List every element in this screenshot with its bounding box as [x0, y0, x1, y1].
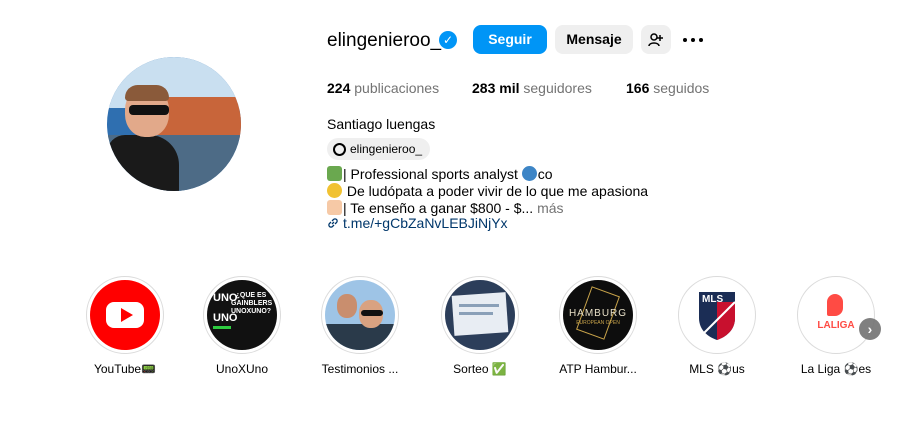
message-button[interactable]: Mensaje: [555, 25, 633, 54]
avatar-sunglasses: [129, 105, 169, 115]
threads-badge[interactable]: elingenieroo_: [327, 138, 431, 160]
face-emoji-icon: [327, 183, 342, 198]
highlight-label: La Liga ⚽es: [800, 362, 872, 376]
mls-text: MLS: [702, 294, 724, 305]
highlight-label: Sorteo ✅: [453, 362, 507, 376]
mls-logo-icon: MLS: [682, 280, 752, 350]
chart-emoji-icon: [327, 166, 342, 181]
avatar-shirt: [107, 135, 179, 191]
hand-emoji-icon: [327, 200, 342, 215]
highlight-ring: [86, 276, 164, 354]
profile-username: elingenieroo_: [327, 30, 442, 51]
globe-emoji-icon: [521, 166, 537, 181]
highlight-ring: [441, 276, 519, 354]
add-user-button[interactable]: [641, 25, 671, 54]
highlight-label: MLS ⚽us: [689, 362, 745, 376]
hamburg-logo-icon: HAMBURG EUROPEAN OPEN: [563, 280, 633, 350]
threads-handle: elingenieroo_: [350, 142, 423, 156]
chevron-right-icon[interactable]: ›: [859, 318, 881, 340]
more-options-icon[interactable]: [682, 28, 704, 50]
followers-stat[interactable]: 283 mil seguidores: [472, 80, 592, 96]
hamburg-subtext: EUROPEAN OPEN: [576, 320, 620, 326]
bio-line-3-text: | Te enseño a ganar $800 - $...: [343, 200, 538, 216]
following-count: 166: [626, 80, 650, 96]
highlight-youtube[interactable]: YouTube📟: [86, 276, 164, 376]
highlight-ring: [321, 276, 399, 354]
profile-full-name: Santiago luengas: [327, 116, 436, 132]
bio-more-link[interactable]: más: [537, 200, 563, 216]
bio-line-1-end: co: [537, 166, 553, 182]
posts-count: 224: [327, 80, 351, 96]
profile-avatar[interactable]: [107, 57, 241, 191]
add-user-icon: [648, 33, 663, 47]
highlight-label: ATP Hambur...: [559, 362, 637, 376]
highlight-ring: UNO ¿QUE ES GAINBLERS UNOXUNO? UNO: [203, 276, 281, 354]
followers-label: seguidores: [523, 80, 592, 96]
posts-label: publicaciones: [354, 80, 440, 96]
bio-line-1-text: | Professional sports analyst: [343, 166, 522, 182]
posts-stat: 224 publicaciones: [327, 80, 439, 96]
highlight-ring: MLS: [678, 276, 756, 354]
bio-line-2-text: De ludópata a poder vivir de lo que me a…: [343, 183, 649, 199]
highlight-ring: HAMBURG EUROPEAN OPEN: [559, 276, 637, 354]
youtube-icon: [90, 280, 160, 350]
highlight-label: YouTube📟: [93, 362, 157, 376]
hamburg-text: HAMBURG: [568, 308, 628, 319]
follow-button[interactable]: Seguir: [473, 25, 547, 54]
threads-icon: [333, 142, 346, 156]
highlight-sorteo[interactable]: Sorteo ✅: [441, 276, 519, 376]
bio-line-2: De ludópata a poder vivir de lo que me a…: [327, 183, 648, 200]
link-icon: [328, 218, 338, 228]
highlight-unoxuno[interactable]: UNO ¿QUE ES GAINBLERS UNOXUNO? UNO UnoXU…: [203, 276, 281, 376]
verified-badge-icon: ✓: [439, 31, 457, 49]
bio-link-text: t.me/+gCbZaNvLEBJiNjYx: [343, 215, 508, 231]
highlight-atp-hamburg[interactable]: HAMBURG EUROPEAN OPEN ATP Hambur...: [559, 276, 637, 376]
highlight-testimonios[interactable]: Testimonios ...: [321, 276, 399, 376]
following-label: seguidos: [653, 80, 710, 96]
highlight-ring: LALIGA: [797, 276, 875, 354]
followers-count: 283 mil: [472, 80, 520, 96]
laliga-logo-icon: LALIGA: [801, 280, 871, 350]
highlight-label: Testimonios ...: [321, 362, 399, 376]
highlight-label: UnoXUno: [215, 362, 269, 376]
bio-link[interactable]: t.me/+gCbZaNvLEBJiNjYx: [327, 215, 508, 231]
unoxuno-bottom-text: UNO: [213, 312, 238, 324]
highlight-mls[interactable]: MLS MLS ⚽us: [678, 276, 756, 376]
testimonios-photo: [325, 280, 395, 350]
avatar-hair: [125, 85, 169, 101]
sorteo-photo: [445, 280, 515, 350]
unoxuno-logo-icon: UNO ¿QUE ES GAINBLERS UNOXUNO? UNO: [207, 280, 277, 350]
bio-line-1: | Professional sports analyst co: [327, 166, 553, 183]
following-stat[interactable]: 166 seguidos: [626, 80, 709, 96]
